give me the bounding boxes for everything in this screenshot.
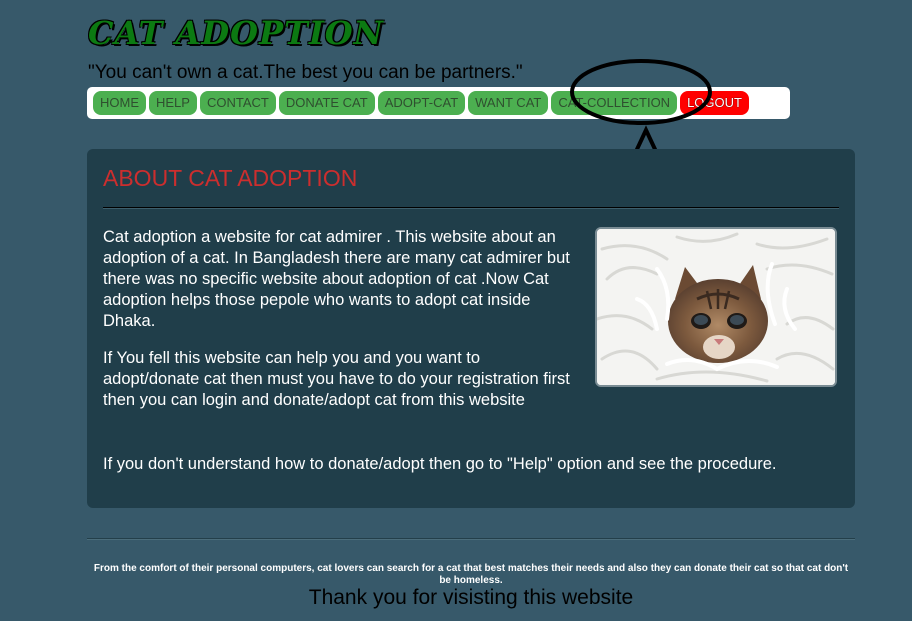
nav-logout-button[interactable]: LOGOUT [680,91,749,115]
nav-contact-button[interactable]: CONTACT [199,91,276,115]
nav-adopt-cat-button[interactable]: ADOPT-CAT [377,91,466,115]
kitten-head [668,265,768,363]
footer-description: From the comfort of their personal compu… [93,563,849,586]
nav-cat-collection-button[interactable]: CAT-COLLECTION [551,91,678,115]
about-paragraph-1: Cat adoption a website for cat admirer .… [103,228,570,330]
footer-thanks: Thank you for visisting this website [308,586,634,609]
site-title: CAT ADOPTION [88,14,384,52]
nav-donate-cat-button[interactable]: DONATE CAT [278,91,375,115]
site-tagline: "You can't own a cat.The best you can be… [88,62,523,83]
about-heading: ABOUT CAT ADOPTION [103,165,358,191]
about-divider [103,207,839,209]
about-paragraph-2: If You fell this website can help you an… [103,349,570,409]
about-paragraph-3: If you don't understand how to donate/ad… [103,455,777,473]
nav-home-button[interactable]: HOME [93,91,146,115]
nav-want-cat-button[interactable]: WANT CAT [468,91,549,115]
kitten-photo [595,227,837,387]
main-navbar: HOME HELP CONTACT DONATE CAT ADOPT-CAT W… [87,87,790,119]
footer-divider [87,538,855,540]
nav-help-button[interactable]: HELP [149,91,197,115]
about-panel: ABOUT CAT ADOPTION Cat adoption a websit… [87,149,855,508]
